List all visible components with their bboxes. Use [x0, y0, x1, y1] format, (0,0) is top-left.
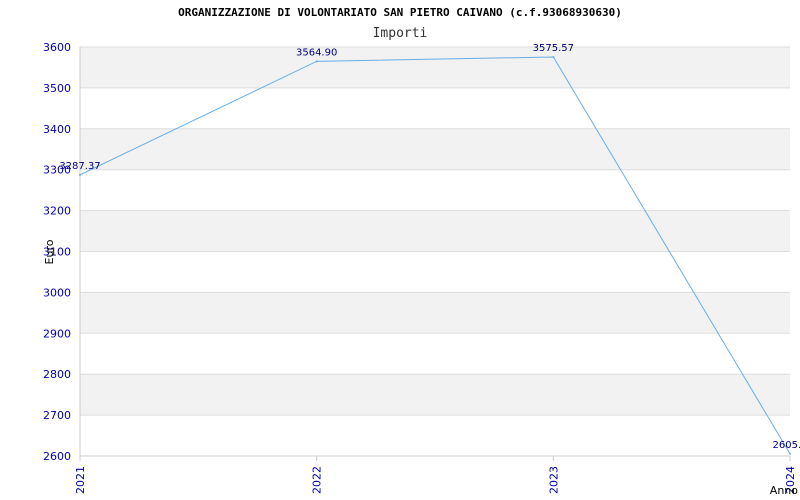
data-label: 3564.90: [296, 47, 337, 58]
y-tick-label: 3000: [43, 286, 71, 299]
y-tick-label: 2700: [43, 409, 71, 422]
y-tick-label: 3500: [43, 82, 71, 95]
x-axis-title: Anno: [770, 484, 798, 497]
grid-band: [80, 128, 790, 170]
x-tick-label: 2021: [74, 466, 87, 494]
y-tick-label: 2600: [43, 450, 71, 463]
data-point: [789, 452, 791, 455]
grid-band: [80, 374, 790, 416]
grid-band: [80, 333, 790, 375]
y-tick-label: 3600: [43, 41, 71, 54]
x-tick-label: 2022: [311, 466, 324, 494]
grid-band: [80, 169, 790, 211]
grid-band: [80, 415, 790, 456]
grid-band: [80, 87, 790, 129]
grid-band: [80, 210, 790, 252]
data-label: 3287.37: [59, 161, 100, 172]
plot-area: 2600270028002900300031003200330034003500…: [43, 41, 800, 497]
y-tick-label: 3200: [43, 205, 71, 218]
data-point: [79, 173, 81, 176]
y-tick-label: 2800: [43, 368, 71, 381]
y-tick-label: 2900: [43, 327, 71, 340]
data-point: [552, 55, 555, 58]
grid-band: [80, 251, 790, 293]
y-tick-label: 3400: [43, 123, 71, 136]
x-tick-label: 2023: [547, 466, 560, 494]
chart: ORGANIZZAZIONE DI VOLONTARIATO SAN PIETR…: [0, 0, 800, 500]
grid-band: [80, 47, 790, 88]
data-point: [315, 60, 318, 63]
data-label: 3575.57: [533, 43, 574, 54]
data-label: 2605.5: [773, 440, 800, 451]
y-axis-title: Euro: [43, 239, 56, 264]
grid-band: [80, 292, 790, 334]
